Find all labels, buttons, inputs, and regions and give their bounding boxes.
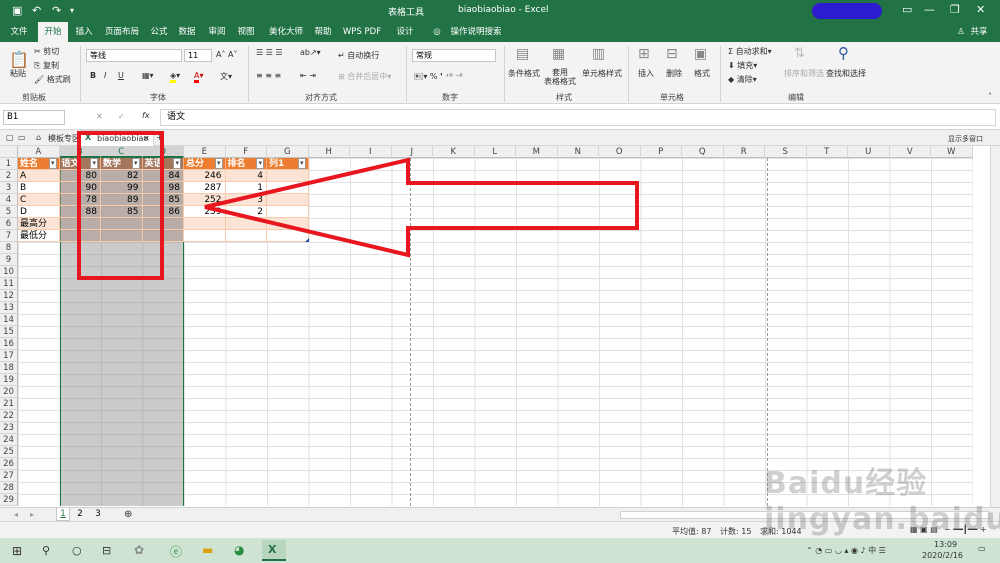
file-explorer-icon[interactable]: ▬: [202, 543, 213, 557]
sheet-tab-1[interactable]: 1: [56, 508, 70, 521]
wechat-icon[interactable]: ◕: [234, 543, 244, 557]
windows-start-icon[interactable]: ⊞: [12, 544, 22, 558]
taskbar: ⊞ ⚲ ○ ⊟ ✿ ⓔ ▬ ◕ X ⌃ ◔ ▭ ◡ ▴ ◉ ♪ 中 ☰ 13:0…: [0, 538, 1000, 563]
pointer-arrow: [204, 157, 639, 258]
prev-sheet-icon[interactable]: ◂: [14, 510, 18, 519]
excel-taskbar-item[interactable]: X: [262, 540, 286, 561]
clock-date: 2020/2/16: [922, 551, 964, 560]
clock-time: 13:09: [934, 540, 958, 549]
add-sheet-icon[interactable]: ⊕: [124, 509, 132, 520]
baidu-watermark: Baidu经验 jingyan.baidu.com: [764, 466, 1000, 537]
task-view-icon[interactable]: ⊟: [102, 544, 111, 557]
browser-icon[interactable]: ⓔ: [170, 543, 182, 560]
cortana-icon[interactable]: ○: [72, 544, 82, 557]
app-icon[interactable]: ✿: [134, 543, 144, 557]
excel-icon: X: [268, 543, 277, 556]
tray-icons[interactable]: ⌃ ◔ ▭ ◡ ▴ ◉ ♪ 中 ☰: [806, 545, 886, 556]
highlight-rectangle: [77, 131, 164, 280]
search-icon[interactable]: ⚲: [42, 544, 50, 557]
vertical-scrollbar[interactable]: [990, 146, 1000, 507]
status-average: 平均值: 87: [672, 527, 712, 536]
next-sheet-icon[interactable]: ▸: [30, 510, 34, 519]
status-count: 计数: 15: [720, 527, 752, 536]
sheet-tab-2[interactable]: 2: [74, 508, 86, 521]
sheet-tab-3[interactable]: 3: [92, 508, 104, 521]
notification-icon[interactable]: ▭: [978, 544, 986, 553]
